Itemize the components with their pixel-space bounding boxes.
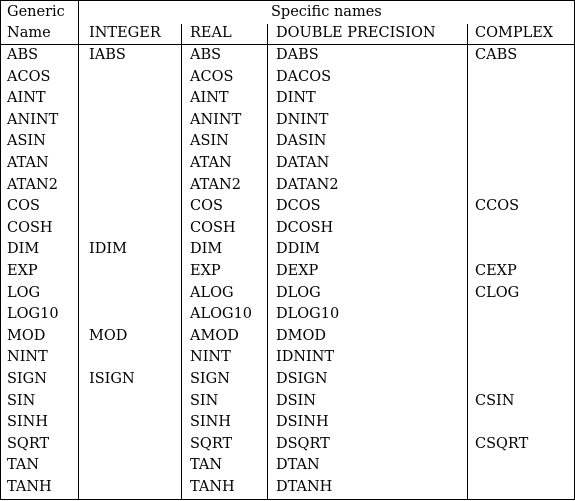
cell-double-precision: DABS bbox=[276, 47, 319, 63]
cell-generic: SIGN bbox=[7, 371, 47, 387]
cell-generic: ASIN bbox=[7, 133, 46, 150]
cell-real: DIM bbox=[190, 241, 223, 258]
column-divider bbox=[467, 24, 469, 499]
cell-generic: ABS bbox=[7, 47, 39, 63]
cell-double-precision: DACOS bbox=[276, 68, 332, 85]
cell-generic: ACOS bbox=[7, 68, 51, 85]
cell-double-precision: DDIM bbox=[276, 241, 320, 258]
cell-generic: LOG10 bbox=[7, 306, 59, 323]
cell-generic: MOD bbox=[7, 327, 46, 344]
cell-generic: NINT bbox=[7, 349, 48, 366]
column-divider bbox=[78, 1, 80, 499]
header-name: Name bbox=[7, 25, 51, 41]
cell-generic: COSH bbox=[7, 219, 53, 236]
cell-double-precision: DLOG10 bbox=[276, 306, 340, 323]
cell-real: ATAN2 bbox=[190, 176, 241, 193]
cell-double-precision: DTANH bbox=[276, 479, 333, 495]
header-complex: COMPLEX bbox=[475, 25, 554, 41]
cell-integer: MOD bbox=[89, 327, 128, 344]
cell-double-precision: DSIGN bbox=[276, 371, 328, 387]
cell-integer: IDIM bbox=[89, 241, 127, 258]
cell-real: ABS bbox=[190, 47, 222, 63]
cell-integer: ISIGN bbox=[89, 371, 135, 387]
cell-generic: EXP bbox=[7, 263, 38, 279]
cell-real: SIN bbox=[190, 392, 219, 409]
cell-real: COS bbox=[190, 198, 223, 215]
cell-real: ASIN bbox=[190, 133, 229, 150]
cell-real: SQRT bbox=[190, 435, 233, 452]
cell-double-precision: DSIN bbox=[276, 392, 316, 409]
header-double-precision: DOUBLE PRECISION bbox=[276, 25, 436, 41]
cell-real: SIGN bbox=[190, 371, 230, 387]
cell-real: ALOG bbox=[190, 284, 234, 301]
cell-double-precision: DMOD bbox=[276, 327, 326, 344]
cell-double-precision: DTAN bbox=[276, 457, 320, 474]
cell-double-precision: DATAN bbox=[276, 155, 330, 171]
header-integer: INTEGER bbox=[89, 25, 161, 41]
cell-real: ALOG10 bbox=[190, 306, 253, 323]
cell-generic: SIN bbox=[7, 392, 36, 409]
cell-real: AINT bbox=[190, 90, 229, 107]
cell-complex: CABS bbox=[475, 47, 518, 63]
cell-generic: COS bbox=[7, 198, 40, 215]
cell-real: TAN bbox=[190, 457, 223, 474]
column-divider bbox=[181, 24, 183, 499]
cell-integer: IABS bbox=[89, 47, 126, 63]
cell-complex: CEXP bbox=[475, 263, 517, 279]
cell-double-precision: DSQRT bbox=[276, 435, 330, 452]
header-specific-names: Specific names bbox=[271, 4, 382, 20]
cell-real: NINT bbox=[190, 349, 231, 366]
cell-complex: CCOS bbox=[475, 198, 520, 215]
cell-double-precision: DNINT bbox=[276, 111, 329, 128]
cell-generic: AINT bbox=[7, 90, 46, 107]
cell-real: ACOS bbox=[190, 68, 234, 85]
cell-complex: CLOG bbox=[475, 284, 520, 301]
intrinsic-functions-table: Generic Name Specific names INTEGER REAL… bbox=[0, 0, 575, 500]
cell-real: ANINT bbox=[190, 111, 242, 128]
cell-real: TANH bbox=[190, 479, 235, 495]
cell-real: ATAN bbox=[190, 155, 232, 171]
cell-real: EXP bbox=[190, 263, 221, 279]
cell-real: COSH bbox=[190, 219, 236, 236]
cell-generic: TANH bbox=[7, 479, 52, 495]
cell-complex: CSIN bbox=[475, 392, 515, 409]
cell-real: SINH bbox=[190, 414, 231, 431]
cell-double-precision: DASIN bbox=[276, 133, 327, 150]
cell-double-precision: DSINH bbox=[276, 414, 329, 431]
cell-double-precision: DATAN2 bbox=[276, 176, 339, 193]
cell-double-precision: DINT bbox=[276, 90, 316, 107]
cell-double-precision: DEXP bbox=[276, 263, 319, 279]
cell-generic: ANINT bbox=[7, 111, 59, 128]
header-generic: Generic bbox=[7, 4, 65, 20]
cell-generic: TAN bbox=[7, 457, 40, 474]
cell-real: AMOD bbox=[190, 327, 239, 344]
cell-double-precision: DCOS bbox=[276, 198, 321, 215]
cell-generic: DIM bbox=[7, 241, 40, 258]
cell-complex: CSQRT bbox=[475, 435, 529, 452]
cell-generic: LOG bbox=[7, 284, 41, 301]
cell-generic: SQRT bbox=[7, 435, 50, 452]
cell-generic: ATAN2 bbox=[7, 176, 58, 193]
cell-double-precision: DCOSH bbox=[276, 219, 334, 236]
cell-double-precision: DLOG bbox=[276, 284, 321, 301]
cell-generic: ATAN bbox=[7, 155, 49, 171]
header-divider bbox=[1, 44, 574, 46]
cell-generic: SINH bbox=[7, 414, 48, 431]
column-divider bbox=[267, 24, 269, 499]
cell-double-precision: IDNINT bbox=[276, 349, 335, 366]
header-real: REAL bbox=[190, 25, 232, 41]
